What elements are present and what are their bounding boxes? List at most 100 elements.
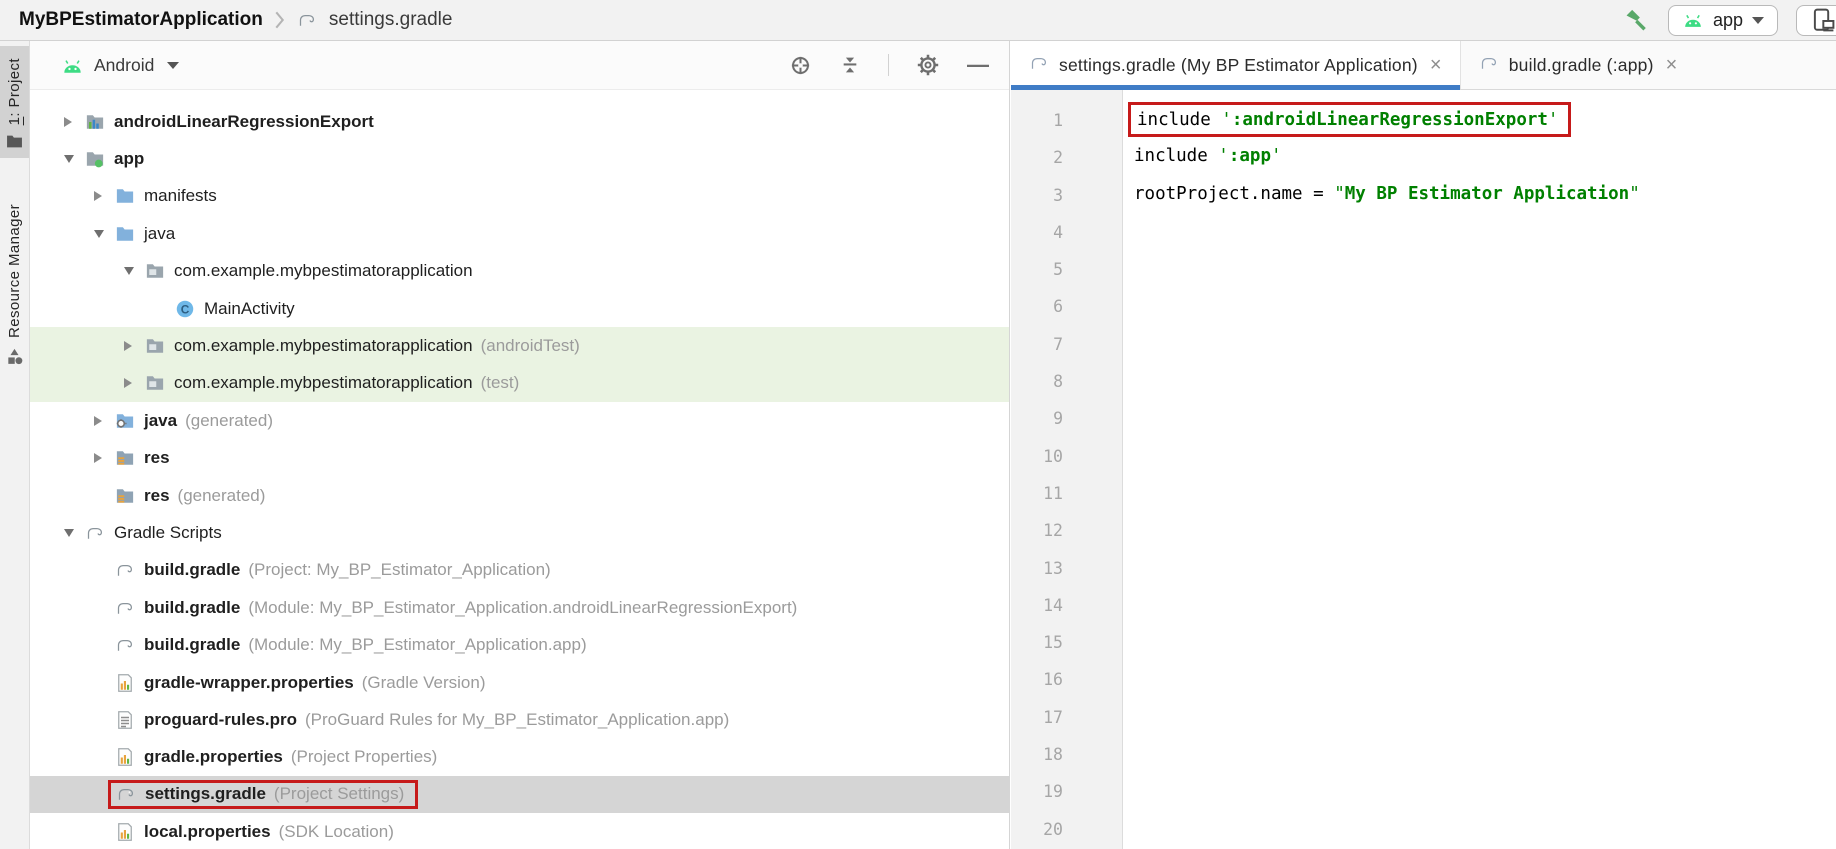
collapse-all-icon[interactable] [839,54,861,76]
code-token: rootProject.name = [1134,183,1335,204]
tree-row[interactable]: app [30,140,1009,177]
line-number: 17 [1043,707,1063,727]
code-token: :androidLinearRegressionExport [1231,109,1548,130]
chevron-icon [274,11,285,29]
package-icon [145,373,166,393]
tree-item-label: app [114,149,145,169]
tree-item-label: gradle.properties [144,747,283,767]
tree-item-label: res [144,485,170,505]
line-number: 11 [1043,483,1063,503]
chevron-right-icon[interactable] [94,415,115,426]
tree-row[interactable]: Gradle Scripts [30,514,1009,551]
tree-item-label: java [144,223,176,243]
tree-row[interactable]: java (generated) [30,402,1009,439]
chevron-down-icon[interactable] [64,528,85,537]
tree-row[interactable]: gradle.properties (Project Properties) [30,739,1009,776]
project-tab-label: 1: Project [6,58,23,126]
chevron-down-icon[interactable] [167,61,180,69]
chevron-down-icon[interactable] [124,267,145,276]
tab-build-gradle-app[interactable]: build.gradle (:app) × [1459,41,1696,89]
breadcrumb-file[interactable]: settings.gradle [329,9,453,31]
tree-row[interactable]: build.gradle (Module: My_BP_Estimator_App… [30,589,1009,626]
gradle-icon [296,10,318,30]
line-number: 5 [1053,260,1063,280]
device-icon [1810,7,1836,33]
tree-item-label: MainActivity [204,298,295,318]
line-number: 9 [1053,409,1063,429]
chevron-right-icon[interactable] [124,378,145,389]
tree-row[interactable]: java [30,215,1009,252]
folder-stripe-icon [6,134,23,149]
tool-window-actions: — [789,53,989,77]
tree-row[interactable]: local.properties (SDK Location) [30,813,1009,848]
view-selector-label[interactable]: Android [94,55,154,76]
tree-row[interactable]: androidLinearRegressionExport [30,103,1009,140]
tree-item-label: res [144,448,170,468]
highlight-box: settings.gradle (Project Settings) [108,780,419,810]
code-token: ' [1221,109,1232,130]
hammer-icon[interactable] [1622,6,1650,34]
line-number: 13 [1043,558,1063,578]
tree-row[interactable]: proguard-rules.pro (ProGuard Rules for My… [30,701,1009,738]
close-icon[interactable]: × [1666,55,1678,75]
tree-item-label: java [144,410,178,430]
code-token: ' [1271,146,1282,167]
code-area[interactable]: include ':androidLinearRegressionExport'… [1123,90,1836,849]
package-icon [145,261,166,281]
tree-row[interactable]: C MainActivity [30,290,1009,327]
sidebar-item-project[interactable]: 1: Project [0,46,29,159]
chevron-right-icon[interactable] [94,453,115,464]
gradle-icon [1029,53,1049,78]
chevron-right-icon[interactable] [124,341,145,352]
editor-tab-bar: settings.gradle (My BP Estimator Applica… [1011,41,1836,90]
gradle-icon [115,560,136,580]
tree-row[interactable]: manifests [30,178,1009,215]
minimize-icon[interactable]: — [967,54,989,76]
close-icon[interactable]: × [1430,55,1442,75]
tree-row[interactable]: gradle-wrapper.properties (Gradle Version… [30,664,1009,701]
editor-area: settings.gradle (My BP Estimator Applica… [1011,41,1836,849]
tab-settings-gradle[interactable]: settings.gradle (My BP Estimator Applica… [1011,41,1460,90]
tree-item-annotation: (generated) [177,485,266,505]
tree-row[interactable]: settings.gradle (Project Settings) [30,776,1009,814]
tree-row[interactable]: res [30,440,1009,477]
top-bar: MyBPEstimatorApplication settings.gradle… [0,0,1836,41]
gear-icon[interactable] [916,53,940,77]
chevron-down-icon[interactable] [64,155,85,164]
tree-row[interactable]: com.example.mybpestimatorapplication (tes… [30,364,1009,403]
gradle-icon [116,784,137,804]
code-line: rootProject.name = "My BP Estimator Appl… [1134,176,1836,213]
tree-item-label: local.properties [144,822,271,842]
device-manager-button[interactable] [1796,4,1836,36]
tree-item-label: settings.gradle [145,784,266,804]
tree-row[interactable]: build.gradle (Module: My_BP_Estimator_App… [30,626,1009,663]
chevron-right-icon[interactable] [64,116,85,127]
svg-text:C: C [181,302,190,316]
tree-row[interactable]: build.gradle (Project: My_BP_Estimator_Ap… [30,552,1009,589]
left-tool-stripe: 1: Project Resource Manager [0,41,30,849]
tree-row[interactable]: com.example.mybpestimatorapplication [30,253,1009,290]
line-number: 16 [1043,670,1063,690]
run-configuration-selector[interactable]: app [1667,4,1778,36]
gradle-icon [1479,53,1499,78]
breadcrumb-project[interactable]: MyBPEstimatorApplication [19,9,263,31]
sidebar-item-resource-manager[interactable]: Resource Manager [0,204,29,366]
project-tree: androidLinearRegressionExport app manifest… [30,90,1009,848]
editor-body: 1 2 3 4 5 6 7 8 9 10 11 12 13 14 15 16 17 18 19 20 include … [1011,90,1836,849]
toolbar-right: app [1622,0,1836,40]
chevron-right-icon[interactable] [94,191,115,202]
tool-window-header: Android — [30,41,1009,90]
tree-row[interactable]: res (generated) [30,477,1009,514]
target-icon[interactable] [789,54,812,77]
tree-row[interactable]: com.example.mybpestimatorapplication (and… [30,327,1009,365]
resource-manager-tab-label: Resource Manager [6,204,23,338]
tree-item-label: com.example.mybpestimatorapplication [174,261,473,281]
chevron-down-icon[interactable] [94,229,115,238]
module-folder-icon [85,112,106,132]
